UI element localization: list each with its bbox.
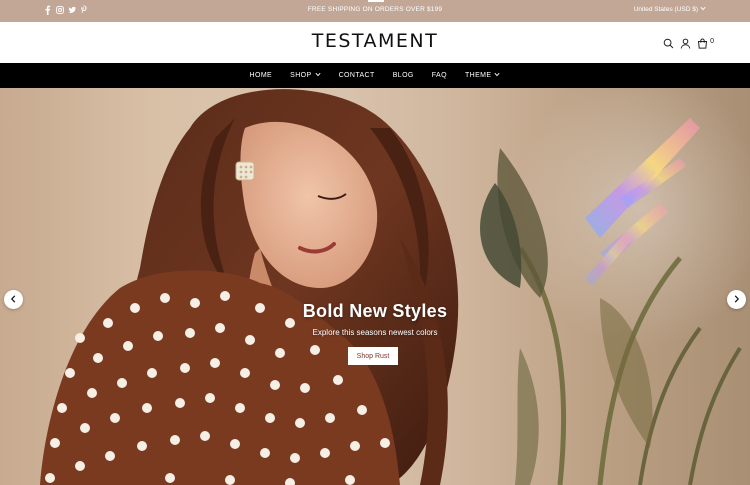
nav-item-label: SHOP [290,72,312,79]
nav-item-label: BLOG [392,72,414,79]
nav-item-label: CONTACT [338,72,375,79]
hero-image [40,89,742,485]
slide-prev-button[interactable] [4,290,23,309]
light-flares [585,118,700,286]
cart-icon[interactable] [697,36,708,49]
currency-selector[interactable]: United States (USD $) [634,6,706,13]
top-indicator [368,0,384,2]
search-icon[interactable] [663,36,674,49]
nav-item-label: HOME [249,72,273,79]
nav-item-label: THEME [464,72,492,79]
chevron-right-icon [733,294,740,305]
chevron-down-icon [494,72,501,79]
announcement-bar: FREE SHIPPING ON ORDERS OVER $199 United… [0,0,750,22]
nav-item-faq[interactable]: FAQ [423,72,456,79]
slide-next-button[interactable] [727,290,746,309]
store-logo[interactable]: TESTAMENT [0,30,750,52]
nav-item-label: FAQ [431,72,447,79]
nav-item-contact[interactable]: CONTACT [330,72,384,79]
hero-subtitle: Explore this seasons newest colors [312,328,438,337]
site-header: TESTAMENT 0 [0,22,750,63]
chevron-left-icon [10,294,17,305]
header-actions: 0 [663,36,714,49]
nav-item-home[interactable]: HOME [241,72,282,79]
hero-slideshow: Bold New Styles Explore this seasons new… [0,88,750,485]
chevron-down-icon [315,72,321,79]
cart-count[interactable]: 0 [710,38,714,45]
main-nav: HOME SHOP CONTACT BLOG FAQ THEME [0,63,750,88]
currency-label: United States (USD $) [633,6,698,13]
nav-item-blog[interactable]: BLOG [384,72,423,79]
account-icon[interactable] [680,36,691,49]
nav-item-theme[interactable]: THEME [456,72,510,79]
chevron-down-icon [700,6,706,13]
nav-item-shop[interactable]: SHOP [281,72,329,79]
hero-title: Bold New Styles [302,301,448,321]
shop-rust-button[interactable]: Shop Rust [348,347,398,365]
earring [235,161,255,181]
